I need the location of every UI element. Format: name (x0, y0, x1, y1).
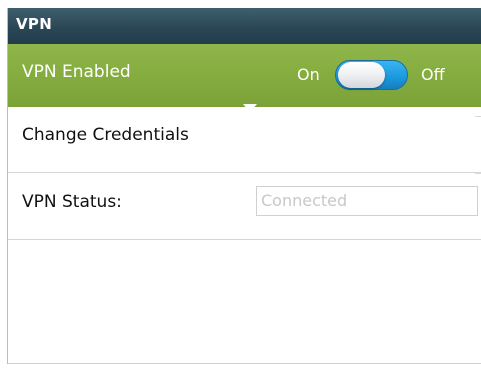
switch-knob[interactable] (338, 62, 385, 88)
toggle-off-label: Off (421, 65, 445, 84)
toggle-on-label: On (297, 65, 320, 84)
right-tick-mark (475, 116, 481, 117)
window-title: VPN (16, 15, 53, 33)
vpn-settings-screen: VPN VPN Enabled On Off Change Credential… (0, 0, 481, 373)
change-credentials-label: Change Credentials (22, 125, 189, 145)
vpn-enabled-label: VPN Enabled (22, 62, 131, 82)
title-bar: VPN (8, 8, 481, 44)
vpn-enabled-row: VPN Enabled On Off (8, 44, 481, 107)
vpn-status-label: VPN Status: (22, 192, 122, 212)
vpn-enabled-switch[interactable] (335, 60, 408, 90)
vpn-status-field: Connected (256, 186, 478, 216)
change-credentials-row[interactable]: Change Credentials (8, 107, 481, 173)
right-tick-mark (475, 173, 481, 174)
vpn-status-row: VPN Status: Connected (8, 173, 481, 240)
empty-content-area (8, 240, 481, 364)
